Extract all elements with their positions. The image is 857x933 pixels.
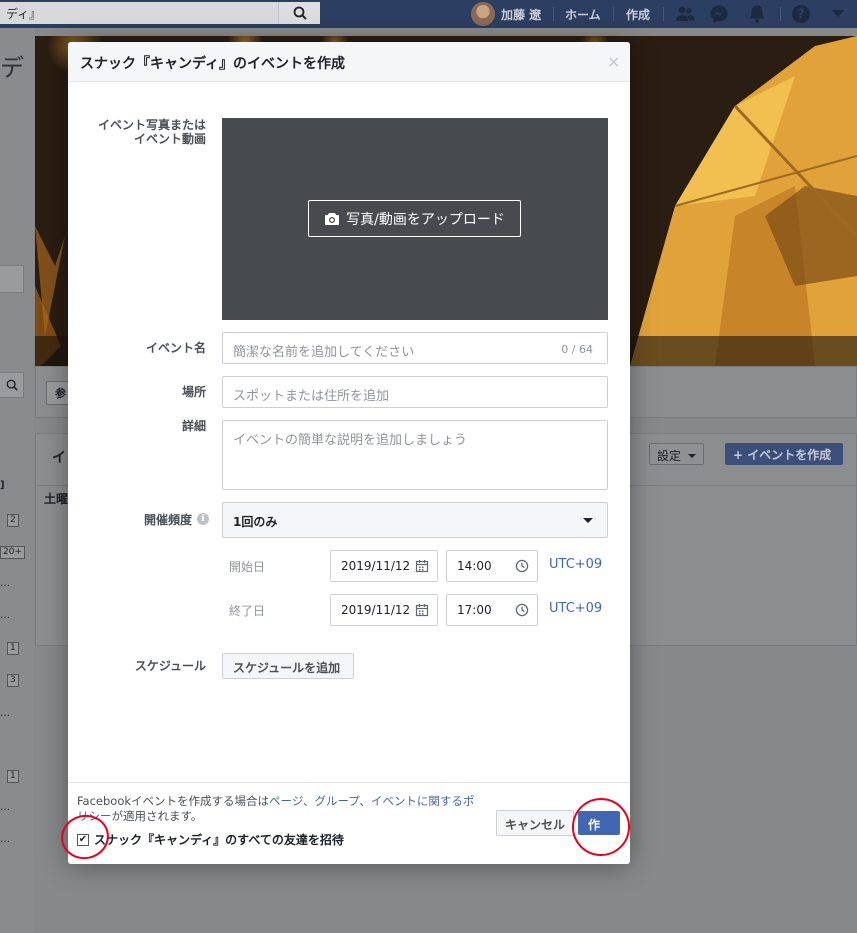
create-event-button-background: + イベントを作成 [725, 443, 843, 465]
policy-text-suffix: が適用されます。 [111, 809, 203, 823]
schedule-label: スケジュール [134, 659, 206, 673]
event-photo-dropzone[interactable]: 写真/動画をアップロード [222, 118, 608, 320]
settings-label: 設定 [657, 449, 682, 463]
end-time-input[interactable]: 17:00 [446, 594, 538, 626]
location-placeholder: スポットまたは住所を追加 [233, 389, 390, 404]
left-count-badge: 20+ [0, 546, 25, 559]
left-count-badge: 3 [7, 674, 19, 687]
details-textarea[interactable]: イベントの簡単な説明を追加しましょう [222, 420, 608, 490]
ellipsis: … [0, 610, 10, 621]
event-name-placeholder: 簡潔な名前を追加してください [233, 345, 415, 360]
policy-link-continued[interactable]: リシー [77, 809, 112, 823]
upload-button-label: 写真/動画をアップロード [346, 211, 505, 228]
start-time-value: 14:00 [457, 559, 492, 573]
clock-icon [515, 603, 529, 617]
ellipsis: … [0, 578, 10, 589]
svg-text:?: ? [797, 8, 805, 23]
clock-icon [515, 559, 529, 573]
policy-text: Facebookイベントを作成する場合は [77, 794, 270, 808]
frequency-value: 1回のみ [233, 515, 278, 529]
chevron-down-icon [687, 454, 696, 458]
ellipsis: … [0, 802, 10, 813]
invite-friends-label: スナック『キャンディ』のすべての友達を招待 [94, 833, 344, 847]
photo-field-label: イベント写真または イベント動画 [88, 118, 206, 146]
create-event-dialog: スナック『キャンディ』のイベントを作成 × イベント写真または イベント動画 写… [68, 42, 630, 864]
start-date-input[interactable]: 2019/11/12 [330, 550, 438, 582]
left-input-fragment [0, 265, 24, 293]
character-counter: 0 / 64 [561, 343, 593, 356]
ellipsis: … [0, 708, 10, 719]
search-icon [293, 6, 307, 20]
location-label: 場所 [181, 385, 206, 399]
left-column-background [0, 28, 34, 933]
cancel-button[interactable]: キャンセル [496, 810, 574, 836]
divider [780, 7, 781, 21]
friend-requests-icon[interactable] [674, 3, 696, 25]
divider [553, 7, 554, 21]
frequency-select[interactable]: 1回のみ [222, 502, 608, 538]
messenger-icon[interactable] [708, 3, 730, 25]
event-name-input[interactable]: 簡潔な名前を追加してください 0 / 64 [222, 332, 608, 364]
help-icon[interactable]: ? [790, 3, 812, 25]
notifications-bell-icon[interactable] [746, 3, 768, 25]
user-avatar[interactable] [471, 2, 495, 26]
end-timezone-link[interactable]: UTC+09 [549, 601, 602, 616]
calendar-icon [415, 560, 429, 573]
left-count-badge: 2 [7, 514, 19, 527]
top-navigation-bar: ディ』 加藤 遼 ホーム 作成 ? [0, 0, 857, 28]
page-title-fragment: デ [0, 54, 24, 82]
day-header: 土曜 [44, 492, 69, 506]
left-search-button [0, 372, 24, 398]
dialog-title: スナック『キャンディ』のイベントを作成 [80, 56, 346, 72]
policy-notice: Facebookイベントを作成する場合はページ、グループ、イベントに関するポリシ… [77, 794, 497, 824]
close-icon[interactable]: × [607, 52, 620, 71]
search-icon [6, 379, 18, 391]
settings-dropdown: 設定 [649, 443, 704, 465]
search-button[interactable] [278, 2, 320, 24]
policy-link[interactable]: ページ、グループ、イベントに関するポ [269, 794, 474, 808]
invite-friends-option[interactable]: ✔ スナック『キャンディ』のすべての友達を招待 [77, 831, 344, 848]
dialog-header: スナック『キャンディ』のイベントを作成 × [68, 42, 630, 82]
divider [613, 7, 614, 21]
create-link[interactable]: 作成 [626, 6, 650, 23]
start-timezone-link[interactable]: UTC+09 [549, 557, 602, 572]
photo-label-line: イベント動画 [133, 132, 206, 146]
chevron-down-icon [583, 518, 593, 523]
profile-link[interactable]: 加藤 遼 [501, 6, 541, 23]
details-placeholder: イベントの簡単な説明を追加しましょう [233, 433, 468, 448]
home-link[interactable]: ホーム [565, 6, 601, 23]
left-count-badge: 1 [7, 770, 19, 783]
upload-photo-video-button[interactable]: 写真/動画をアップロード [308, 200, 521, 237]
left-list-fragment: ] [0, 480, 5, 491]
search-input[interactable]: ディ』 [0, 2, 278, 24]
footer-divider [68, 782, 630, 783]
location-input[interactable]: スポットまたは住所を追加 [222, 376, 608, 408]
end-date-label: 終了日 [229, 604, 266, 618]
add-schedule-button[interactable]: スケジュールを追加 [222, 653, 354, 679]
event-name-label: イベント名 [145, 341, 206, 355]
end-date-input[interactable]: 2019/11/12 [330, 594, 438, 626]
divider [663, 7, 664, 21]
details-label: 詳細 [181, 419, 206, 433]
start-time-input[interactable]: 14:00 [446, 550, 538, 582]
ellipsis: … [0, 834, 10, 845]
calendar-icon [415, 604, 429, 617]
start-date-label: 開始日 [229, 560, 266, 574]
left-count-badge: 1 [7, 642, 19, 655]
account-menu-chevron-icon[interactable] [827, 3, 849, 25]
info-icon[interactable]: i [197, 513, 209, 525]
end-time-value: 17:00 [457, 603, 492, 617]
end-date-value: 2019/11/12 [341, 603, 411, 617]
camera-icon [325, 212, 340, 225]
events-tab-fragment: イ [52, 450, 66, 466]
invite-friends-checkbox[interactable]: ✔ [77, 833, 89, 846]
create-button[interactable]: 作成 [578, 811, 620, 849]
frequency-label: 開催頻度 [143, 513, 192, 527]
photo-label-line: イベント写真または [97, 118, 206, 132]
start-date-value: 2019/11/12 [341, 559, 411, 573]
